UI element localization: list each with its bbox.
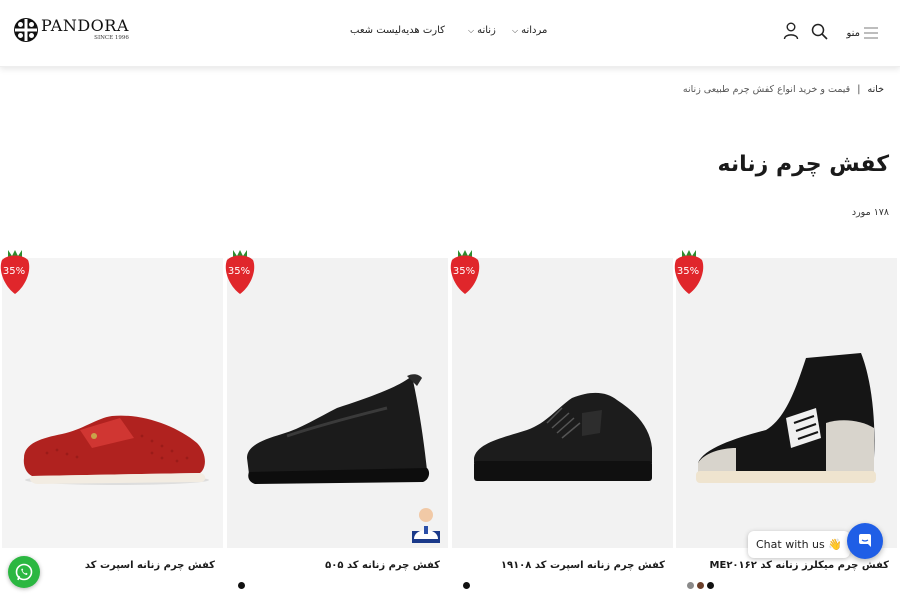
discount-badge: 35% (448, 248, 482, 296)
doctor-badge-icon (410, 505, 442, 545)
product-name[interactable]: کفش چرم زنانه اسپرت کد (85, 560, 215, 571)
product-image[interactable] (676, 258, 897, 548)
swatch-black[interactable] (707, 582, 714, 589)
product-name[interactable]: کفش چرم میکلرز زنانه کد ME۲۰۱۶۲ (710, 560, 889, 571)
page-title: کفش چرم زنانه (717, 152, 890, 177)
product-name[interactable]: کفش چرم زنانه اسپرت کد ۱۹۱۰۸ (501, 560, 665, 571)
color-swatches (238, 582, 245, 589)
breadcrumb-current: قیمت و خرید انواع کفش چرم طبیعی زنانه (682, 84, 851, 95)
nav-men[interactable]: مردانه ⌵ (512, 25, 547, 36)
discount-badge: 35% (672, 248, 706, 296)
whatsapp-icon (15, 563, 33, 581)
nav-women[interactable]: زنانه ⌵ (468, 25, 496, 36)
product-count: ۱۷۸ مورد (851, 207, 889, 218)
menu-label[interactable]: منو (846, 28, 860, 39)
search-icon[interactable] (811, 23, 829, 44)
breadcrumb: خانه | قیمت و خرید انواع کفش چرم طبیعی ز… (683, 84, 884, 95)
chevron-down-icon: ⌵ (468, 25, 475, 35)
color-swatches (463, 582, 470, 589)
whatsapp-button[interactable] (8, 556, 40, 588)
discount-badge: 35% (223, 248, 257, 296)
logo-since: SINCE 1996 (94, 35, 129, 42)
product-image[interactable] (452, 258, 673, 548)
breadcrumb-separator: | (857, 84, 861, 95)
product-card[interactable]: 35% کفش چرم زنانه اسپرت کد (0, 250, 223, 600)
nav-gift-card[interactable]: کارت هدیه (401, 25, 445, 36)
discount-badge: 35% (0, 248, 32, 296)
discount-text: 35% (453, 266, 475, 277)
header-actions: منو (783, 22, 878, 44)
product-image[interactable] (227, 258, 448, 548)
logo-mark-icon (13, 17, 39, 43)
product-card[interactable]: 35% کفش چرم زنانه اسپرت کد ۱۹۱۰۸ (450, 250, 673, 600)
nav-men-label: مردانه (521, 25, 548, 36)
swatch-grey[interactable] (687, 582, 694, 589)
pandora-logo[interactable]: PANDORA SINCE 1996 (13, 17, 129, 43)
chat-prompt[interactable]: Chat with us 👋 (748, 531, 850, 558)
discount-text: 35% (677, 266, 699, 277)
site-header: PANDORA SINCE 1996 مردانه ⌵ زنانه ⌵ کارت… (0, 0, 900, 67)
chat-launcher-button[interactable] (847, 523, 883, 559)
nav-branches[interactable]: لیست شعب (350, 25, 401, 36)
product-card[interactable]: 35% کفش چرم زنانه کد ۵۰۵ (225, 250, 448, 600)
product-image[interactable] (2, 258, 223, 548)
discount-text: 35% (3, 266, 25, 277)
logo-name: PANDORA (41, 16, 129, 36)
hamburger-icon[interactable] (864, 24, 878, 43)
product-name[interactable]: کفش چرم زنانه کد ۵۰۵ (325, 560, 440, 571)
swatch-brown[interactable] (697, 582, 704, 589)
nav-branches-label: لیست شعب (350, 25, 402, 36)
user-icon[interactable] (783, 22, 799, 44)
chat-icon (859, 534, 871, 547)
swatch-black[interactable] (238, 582, 245, 589)
swatch-black[interactable] (463, 582, 470, 589)
breadcrumb-home[interactable]: خانه (867, 84, 884, 95)
chevron-down-icon: ⌵ (512, 25, 519, 35)
discount-text: 35% (228, 266, 250, 277)
nav-gift-card-label: کارت هدیه (401, 25, 445, 36)
nav-women-label: زنانه (477, 25, 496, 36)
color-swatches (687, 582, 714, 589)
